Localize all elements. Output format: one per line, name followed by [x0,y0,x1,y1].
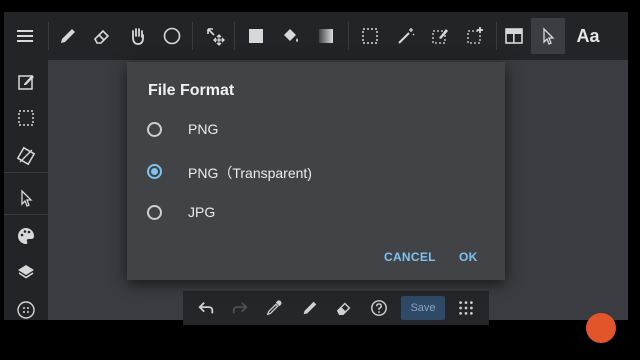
eyedropper-icon[interactable] [259,292,289,324]
option-jpg[interactable]: JPG [147,202,447,228]
pencil-icon[interactable] [52,20,84,52]
dialog-title: File Format [148,82,235,99]
redo-icon[interactable] [225,292,255,324]
move-icon[interactable] [199,20,231,52]
option-png[interactable]: PNG [147,119,447,145]
grid-circle-icon[interactable] [10,294,42,326]
undo-icon[interactable] [191,292,221,324]
paint-bucket-icon[interactable] [274,20,306,52]
top-toolbar: Aa [4,12,628,60]
rectangle-fill-icon[interactable] [240,20,272,52]
radio-button[interactable] [147,205,162,220]
edit-icon[interactable] [10,66,42,98]
magic-wand-icon[interactable] [390,20,422,52]
option-label: JPG [188,204,216,220]
select-add-icon[interactable] [459,20,491,52]
cancel-button[interactable]: CANCEL [384,250,436,264]
menu-icon[interactable] [9,20,41,52]
left-sidebar [4,60,48,320]
select-pen-icon[interactable] [424,20,456,52]
text-icon[interactable]: Aa [568,20,608,52]
text-tool-label: Aa [576,25,600,46]
file-format-dialog: File Format PNG PNG（Transparent) JPG CAN… [127,62,505,280]
pencil-icon[interactable] [295,292,325,324]
circle-icon[interactable] [156,20,188,52]
layers-icon[interactable] [10,256,42,288]
transform-icon[interactable] [10,140,42,172]
bottom-action-bar: Save [183,291,489,325]
option-label: PNG（Transparent) [188,165,312,181]
option-label: PNG [188,121,219,137]
radio-button[interactable] [147,122,162,137]
floating-action-button[interactable] [586,313,616,343]
cursor-icon[interactable] [10,182,42,214]
ok-button[interactable]: OK [459,250,478,264]
help-icon[interactable] [364,292,394,324]
layout-icon[interactable] [498,20,530,52]
eraser-icon[interactable] [86,20,118,52]
option-png-transparent[interactable]: PNG（Transparent) [147,161,447,187]
grid-dots-icon[interactable] [451,292,481,324]
selection-icon[interactable] [10,102,42,134]
eraser-icon[interactable] [329,292,359,324]
pointer-icon[interactable] [531,18,565,54]
hand-icon[interactable] [122,20,154,52]
gradient-icon[interactable] [310,20,342,52]
select-rect-icon[interactable] [354,20,386,52]
radio-button-selected[interactable] [147,164,162,179]
palette-icon[interactable] [10,220,42,252]
save-button[interactable]: Save [401,296,445,320]
